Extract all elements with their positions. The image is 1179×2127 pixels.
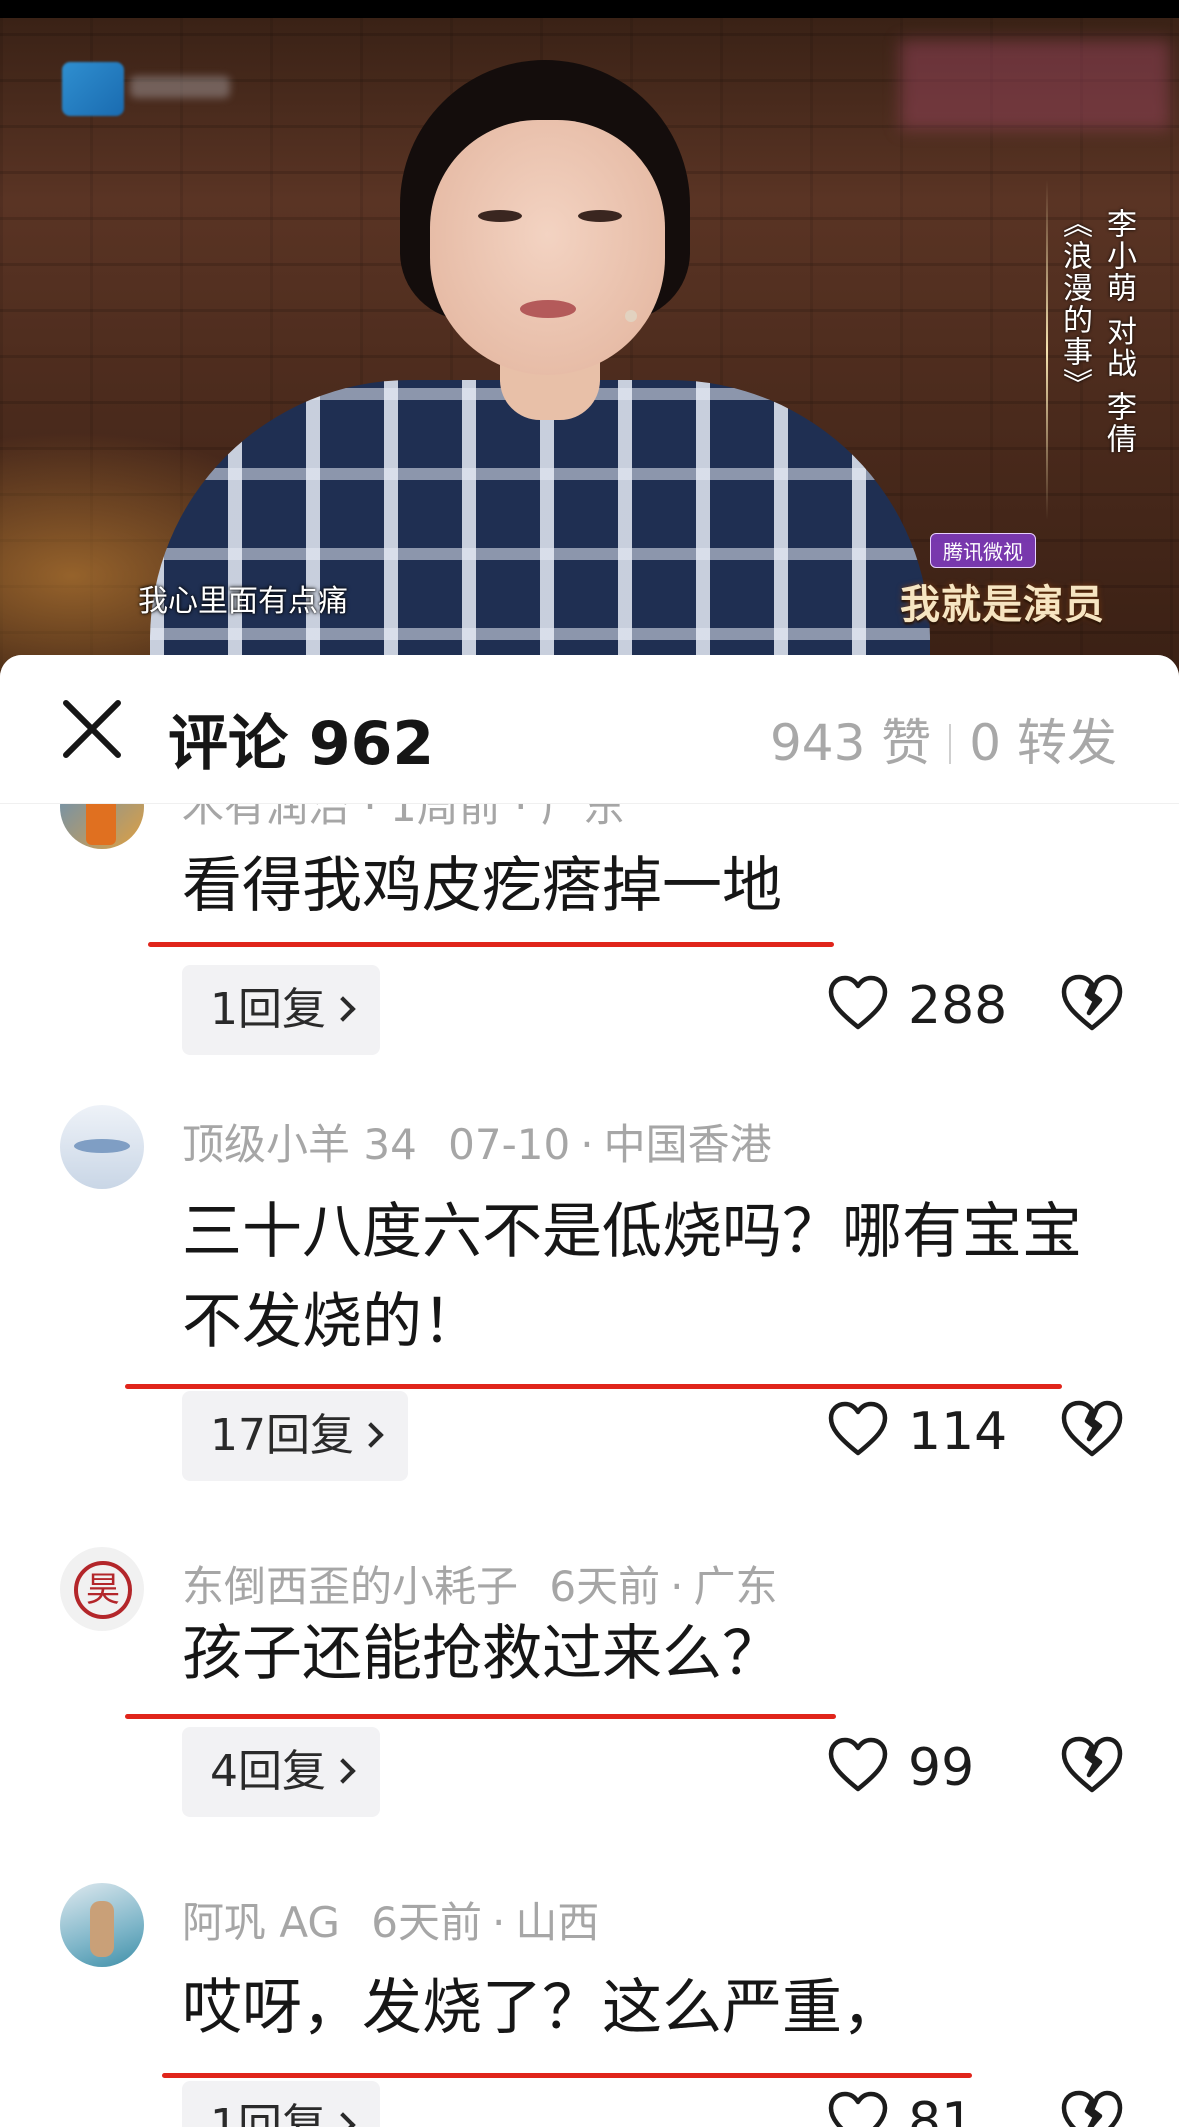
comment-text[interactable]: 看得我鸡皮疙瘩掉一地 — [182, 841, 1112, 931]
avatar[interactable] — [60, 803, 144, 849]
avatar-seal: 昊 — [74, 1561, 132, 1619]
chevron-right-icon — [358, 1422, 384, 1448]
platform-badge: 腾讯微视 — [930, 533, 1036, 568]
chevron-right-icon — [330, 1758, 356, 1784]
dislike-button[interactable] — [1060, 1735, 1124, 1799]
comment-list[interactable]: 木有润治 · 1周前 · 广东 看得我鸡皮疙瘩掉一地 1回复 288 顶级小羊 … — [0, 803, 1179, 2127]
reply-button[interactable]: 4回复 — [182, 1727, 380, 1817]
comment-meta: 阿巩 AG 6天前 · 山西 — [182, 1889, 599, 1950]
username[interactable]: 阿巩 AG — [182, 1898, 340, 1947]
red-underline — [125, 1384, 1062, 1389]
share-total: 0 转发 — [969, 714, 1117, 772]
comment-item: 阿巩 AG 6天前 · 山西 哎呀，发烧了？这么严重， 1回复 81 — [0, 1883, 1179, 2127]
dislike-button[interactable] — [1060, 1399, 1124, 1463]
comment-time: 07-10 — [448, 1120, 571, 1169]
presenter-mouth — [520, 300, 576, 318]
reply-count: 4回复 — [210, 1746, 326, 1797]
title-divider — [1046, 180, 1048, 520]
avatar[interactable] — [60, 1883, 144, 1967]
comment-item: 昊 东倒西歪的小耗子 6天前 · 广东 孩子还能抢救过来么？ 4回复 99 — [0, 1547, 1179, 1877]
avatar[interactable]: 昊 — [60, 1547, 144, 1631]
heart-icon — [828, 2091, 888, 2127]
presenter-shirt — [150, 380, 930, 680]
like-total: 943 赞 — [769, 714, 932, 772]
like-count: 81 — [908, 2092, 975, 2127]
dislike-button[interactable] — [1060, 2089, 1124, 2127]
comment-location: 中国香港 — [603, 1120, 772, 1169]
heart-icon — [828, 975, 888, 1030]
comment-meta: 顶级小羊 34 07-10 · 中国香港 — [182, 1111, 772, 1172]
reply-count: 17回复 — [210, 1410, 354, 1461]
channel-logo — [62, 62, 124, 116]
avatar-figure — [90, 1901, 114, 1957]
username[interactable]: 东倒西歪的小耗子 — [182, 1562, 518, 1611]
avatar-tree-shape — [74, 1139, 130, 1153]
comment-location: 山西 — [515, 1898, 600, 1947]
like-count: 114 — [908, 1402, 1008, 1462]
headset-mic — [625, 310, 637, 322]
comment-location: 广东 — [693, 1562, 778, 1611]
reply-count: 1回复 — [210, 2100, 326, 2127]
episode-title: 《浪漫的事》 — [1057, 208, 1092, 400]
comment-meta: 东倒西歪的小耗子 6天前 · 广东 — [182, 1553, 777, 1614]
meta-dot: · — [580, 1120, 594, 1169]
video-subtitle: 我心里面有点痛 — [138, 584, 348, 619]
comment-text[interactable]: 三十八度六不是低烧吗？哪有宝宝不发烧的！ — [182, 1187, 1102, 1367]
close-button[interactable] — [60, 697, 124, 761]
comments-header: 评论 962 943 赞 0 转发 — [0, 655, 1179, 804]
comment-text[interactable]: 孩子还能抢救过来么？ — [182, 1609, 1112, 1699]
reply-count: 1回复 — [210, 984, 326, 1035]
presenter-eye-left — [478, 210, 522, 222]
presenter-face — [430, 120, 665, 375]
show-logo: 我就是演员 — [900, 581, 1105, 628]
comment-text[interactable]: 哎呀，发烧了？这么严重， — [182, 1963, 1112, 2053]
comment-meta-partial: 木有润治 · 1周前 · 广东 — [182, 803, 625, 831]
meta-dot: · — [670, 1562, 684, 1611]
comment-item: 木有润治 · 1周前 · 广东 看得我鸡皮疙瘩掉一地 1回复 288 — [0, 803, 1179, 1103]
blurred-corner-overlay — [900, 40, 1170, 130]
comments-title: 评论 962 — [168, 709, 435, 779]
chevron-right-icon — [330, 996, 356, 1022]
comments-sheet: 评论 962 943 赞 0 转发 木有润治 · 1周前 · 广东 看得我鸡皮疙瘩… — [0, 655, 1179, 2127]
meta-dot: · — [491, 1898, 506, 1947]
video-player[interactable]: 我心里面有点痛 李小萌 对战 李倩 《浪漫的事》 腾讯微视 我就是演员 — [0, 0, 1179, 680]
post-stats: 943 赞 0 转发 — [770, 703, 1117, 775]
chevron-right-icon — [330, 2112, 356, 2127]
reply-button[interactable]: 1回复 — [182, 965, 380, 1055]
reply-button[interactable]: 1回复 — [182, 2081, 380, 2127]
red-underline — [148, 942, 834, 947]
channel-logo-blurred-text — [130, 76, 230, 98]
broken-heart-icon — [1061, 974, 1123, 1031]
close-icon — [63, 700, 121, 758]
episode-matchup: 李小萌 对战 李倩 — [1101, 208, 1136, 456]
heart-icon — [828, 1737, 888, 1792]
red-underline — [162, 2073, 972, 2078]
avatar-figure — [86, 803, 116, 845]
avatar[interactable] — [60, 1105, 144, 1189]
broken-heart-icon — [1061, 2090, 1123, 2127]
broken-heart-icon — [1061, 1400, 1123, 1457]
presenter-eye-right — [578, 210, 622, 222]
red-underline — [125, 1714, 836, 1719]
comment-item: 顶级小羊 34 07-10 · 中国香港 三十八度六不是低烧吗？哪有宝宝不发烧的！ … — [0, 1103, 1179, 1503]
like-count: 288 — [908, 976, 1008, 1036]
comment-time: 6天前 — [371, 1898, 482, 1947]
dislike-button[interactable] — [1060, 973, 1124, 1037]
stats-divider — [949, 724, 952, 764]
like-count: 99 — [908, 1738, 975, 1798]
broken-heart-icon — [1061, 1736, 1123, 1793]
username[interactable]: 顶级小羊 34 — [182, 1120, 417, 1169]
heart-icon — [828, 1401, 888, 1456]
reply-button[interactable]: 17回复 — [182, 1391, 408, 1481]
comment-time: 6天前 — [549, 1562, 661, 1611]
